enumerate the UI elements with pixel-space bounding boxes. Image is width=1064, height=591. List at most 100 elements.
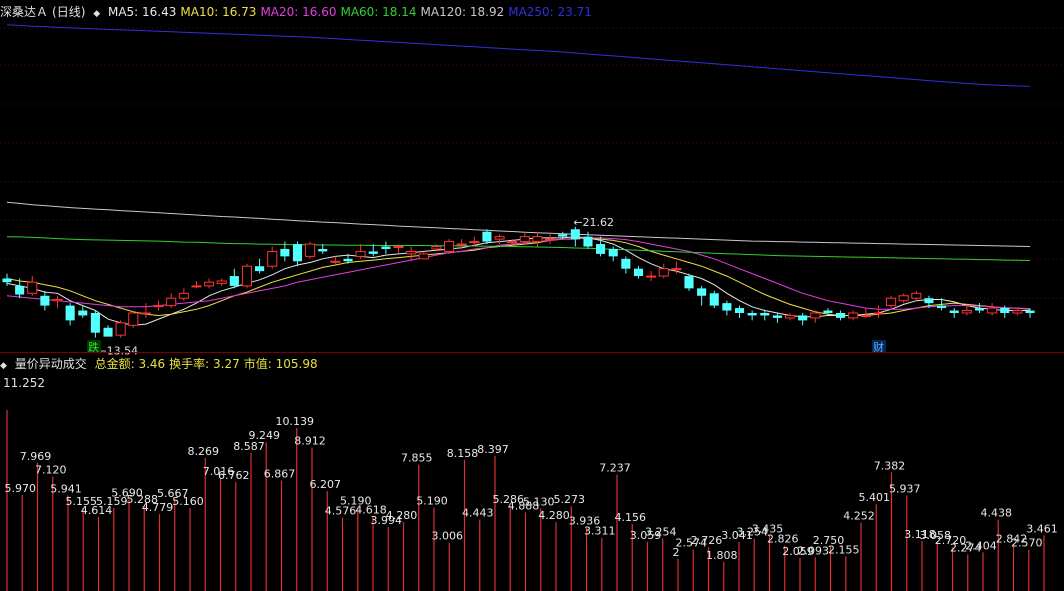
candle-body-down — [684, 276, 694, 289]
volume-bar-label: 2.570 — [1011, 537, 1043, 550]
candle-body-down — [558, 234, 568, 237]
candle-body-down — [65, 305, 75, 321]
candle-body-down — [381, 246, 391, 249]
candle-body-down — [482, 231, 492, 242]
ma-line-ma250 — [6, 24, 1031, 87]
candle-body-up — [178, 292, 189, 299]
candle-body-up — [494, 236, 505, 240]
candle-body-down — [583, 236, 593, 247]
candle-body-down — [823, 310, 833, 313]
candle-body-up — [191, 285, 202, 288]
candle-body-up — [987, 307, 998, 314]
volume-bar-label: 4.156 — [615, 511, 647, 524]
candle-body-down — [722, 303, 732, 311]
volume-bar-label: 2.404 — [965, 539, 997, 552]
candle-body-up — [456, 243, 467, 246]
candle-body-up — [898, 295, 909, 302]
candle-body-down — [90, 312, 100, 333]
candle-body-up — [27, 281, 38, 294]
candle-body-up — [911, 292, 922, 299]
volume-bar-label: 5.970 — [5, 482, 37, 495]
candle-body-down — [772, 315, 782, 318]
chart-canvas[interactable]: ←21.62←13.54跌财5.9707.9697.1205.9415.1554… — [0, 0, 1064, 591]
volume-max-label: 11.252 — [3, 376, 45, 390]
candle-body-up — [860, 314, 871, 317]
volume-bar-label: 4.438 — [981, 507, 1013, 520]
candle-body-up — [153, 305, 164, 308]
volume-pane-header: ◆ 量价异动成交 总金额: 3.46 换手率: 3.27 市值: 105.98 — [0, 355, 326, 373]
candle-body-down — [747, 312, 757, 316]
volume-info-1: 换手率: 3.27 — [169, 357, 240, 371]
candle-body-down — [697, 288, 707, 296]
volume-bar-label: 5.941 — [50, 482, 82, 495]
candle-body-down — [836, 312, 846, 318]
candle-body-up — [166, 297, 177, 307]
candle-body-up — [519, 236, 530, 243]
candle-body-down — [633, 268, 644, 277]
ma-line-ma10 — [6, 237, 1031, 317]
candle-body-down — [709, 293, 719, 306]
candle-body-up — [115, 322, 126, 336]
candle-body-down — [798, 315, 808, 321]
volume-bar-label: 9.249 — [249, 429, 281, 442]
volume-bar-label: 5.130 — [523, 495, 555, 508]
volume-bar-label: 2.826 — [767, 533, 799, 546]
price-pane-header: 深桑达Ａ (日线) ◆ MA5: 16.43 MA10: 16.73 MA20: 16… — [0, 3, 600, 21]
volume-bar-label: 3.006 — [432, 530, 464, 543]
volume-bar-label: 8.912 — [294, 435, 326, 448]
volume-info-0: 总金额: 3.46 — [94, 357, 166, 371]
volume-bar-label: 2.155 — [828, 543, 860, 556]
stock-name[interactable]: 深桑达Ａ — [0, 5, 48, 19]
candle-body-down — [318, 248, 328, 252]
indicator-menu-icon[interactable]: ◆ — [0, 361, 7, 371]
candle-body-up — [52, 298, 63, 302]
ma-indicator-ma250: MA250: 23.71 — [508, 5, 592, 19]
candle-body-up — [545, 238, 556, 241]
candle-body-down — [1025, 310, 1035, 313]
volume-bar-label: 6.762 — [218, 469, 250, 482]
candle-body-up — [658, 268, 669, 277]
candle-body-down — [570, 229, 580, 240]
settings-icon[interactable]: ◆ — [93, 9, 100, 19]
candle-body-down — [924, 298, 934, 304]
volume-bar-label: 4.280 — [386, 509, 418, 522]
candle-body-down — [103, 327, 113, 337]
candle-body-up — [671, 268, 682, 271]
candle-body-up — [216, 280, 227, 284]
candle-body-down — [343, 258, 353, 262]
volume-pane-title[interactable]: 量价异动成交 — [15, 357, 87, 371]
candle-body-down — [15, 285, 25, 295]
candle-body-up — [330, 260, 341, 263]
candle-body-up — [241, 265, 253, 287]
candle-body-up — [873, 312, 884, 315]
ma-indicator-ma60: MA60: 18.14 — [340, 5, 417, 19]
candle-body-down — [292, 244, 303, 262]
candle-body-down — [368, 251, 378, 254]
pane-divider[interactable] — [0, 352, 1064, 353]
volume-bar-label: 6.207 — [310, 478, 342, 491]
candle-body-up — [393, 246, 404, 249]
candle-body-up — [469, 241, 480, 244]
candle-body-down — [734, 308, 745, 313]
volume-bar-label: 8.158 — [447, 447, 479, 460]
volume-bar-label: 5.190 — [416, 495, 448, 508]
candle-body-up — [646, 275, 657, 278]
kline-chart-window: ←21.62←13.54跌财5.9707.9697.1205.9415.1554… — [0, 0, 1064, 591]
candle-body-down — [229, 276, 239, 286]
candle-body-up — [532, 236, 543, 243]
candle-body-down — [40, 295, 50, 306]
candle-body-up — [886, 297, 897, 307]
volume-bar-label: 4.443 — [462, 507, 494, 520]
candle-body-up — [507, 241, 518, 244]
volume-bar-label: 3.254 — [645, 526, 677, 539]
candle-body-up — [418, 253, 429, 260]
candle-body-up — [267, 250, 278, 267]
ma-indicator-ma10: MA10: 16.73 — [180, 5, 257, 19]
candle-body-down — [760, 312, 770, 316]
period-label[interactable]: (日线) — [52, 5, 85, 19]
ma-indicators: MA5: 16.43 MA10: 16.73 MA20: 16.60 MA60: 18… — [108, 5, 596, 19]
volume-bar-label: 8.397 — [477, 443, 509, 456]
candle-body-down — [608, 248, 618, 257]
candle-body-up — [443, 241, 455, 252]
candle-body-up — [406, 250, 417, 255]
